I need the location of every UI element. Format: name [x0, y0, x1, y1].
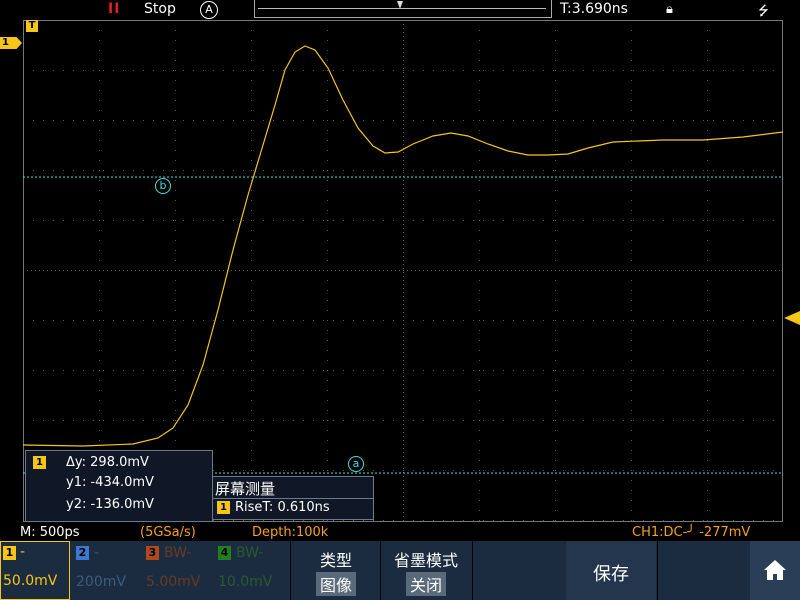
- time-position-bar: [254, 0, 552, 18]
- ch4-badge[interactable]: 4: [218, 546, 231, 560]
- waveform-grid: [23, 20, 783, 522]
- screen-measurement-title: 屏幕测量: [215, 480, 276, 498]
- ink-saving-mode-label: 省墨模式: [393, 551, 458, 570]
- rise-time-value: RiseT: 0.610ns: [235, 500, 330, 515]
- sample-rate-readout: (5GSa/s): [140, 525, 196, 540]
- ch2-scale[interactable]: 200mV: [76, 574, 126, 590]
- menu-divider: [290, 541, 291, 600]
- measure-type-value: 图像: [315, 572, 356, 596]
- run-status-text: Stop: [144, 1, 176, 17]
- ch2-badge[interactable]: 2: [76, 546, 89, 560]
- time-position-track: [258, 8, 546, 9]
- trigger-level-marker[interactable]: [784, 311, 800, 325]
- ch3-badge[interactable]: 3: [146, 546, 159, 560]
- cursor-b-label[interactable]: b: [155, 178, 171, 194]
- ch4-coupling: BW-: [236, 545, 264, 561]
- ch1-waveform: [23, 45, 783, 447]
- ch1-badge: 1: [217, 501, 230, 514]
- ch3-scale[interactable]: 5.00mV: [146, 574, 200, 590]
- ch2-coupling: -: [94, 545, 100, 561]
- delta-y-value: Δy: 298.0mV: [66, 455, 149, 470]
- menu-divider: [657, 541, 658, 600]
- save-button[interactable]: 保存: [566, 541, 656, 600]
- home-icon: [764, 560, 786, 580]
- trigger-position-marker[interactable]: T: [26, 20, 38, 32]
- ink-saving-mode-menu[interactable]: 省墨模式 关闭: [380, 541, 472, 600]
- ch1-coupling: -: [20, 544, 26, 560]
- cursor-measurement-panel: 1 Δy: 298.0mV y1: -434.0mV y2: -136.0mV: [25, 450, 213, 522]
- save-label: 保存: [593, 564, 629, 585]
- pause-icon[interactable]: II: [108, 1, 120, 17]
- acquisition-info-bar: M: 500ps (5GSa/s) Depth:100k CH1:DC-╯ -2…: [0, 523, 800, 541]
- measure-type-menu[interactable]: 类型 图像: [292, 541, 380, 600]
- ch3-coupling: BW-: [164, 545, 192, 561]
- screen-measurement-panel: 屏幕测量 1 RiseT: 0.610ns: [212, 476, 374, 520]
- y2-value: y2: -136.0mV: [66, 497, 154, 512]
- trigger-time-readout: T:3.690ns: [560, 1, 628, 17]
- menu-divider: [472, 541, 473, 600]
- measure-type-label: 类型: [319, 551, 352, 570]
- ch4-scale[interactable]: 10.0mV: [218, 574, 272, 590]
- lock-icon: 🔒︎: [666, 2, 673, 17]
- ch1-settings[interactable]: 1: [0, 541, 70, 600]
- home-button[interactable]: [750, 541, 800, 600]
- y1-value: y1: -434.0mV: [66, 475, 154, 490]
- ch1-badge: 1: [33, 456, 46, 469]
- trigger-settings-readout[interactable]: CH1:DC-╯ -277mV: [632, 525, 750, 540]
- acquire-mode-icon: A: [200, 1, 218, 19]
- cursor-a-label[interactable]: a: [348, 456, 364, 472]
- ink-saving-mode-value: 关闭: [405, 572, 446, 596]
- ch1-reference-marker[interactable]: 1: [0, 37, 22, 49]
- ch1-badge: 1: [3, 546, 16, 560]
- timebase-readout[interactable]: M: 500ps: [20, 525, 80, 540]
- divider: [213, 498, 373, 499]
- memory-depth-readout: Depth:100k: [252, 525, 329, 540]
- ch1-scale[interactable]: 50.0mV: [3, 573, 57, 589]
- grid-lines: [23, 20, 783, 522]
